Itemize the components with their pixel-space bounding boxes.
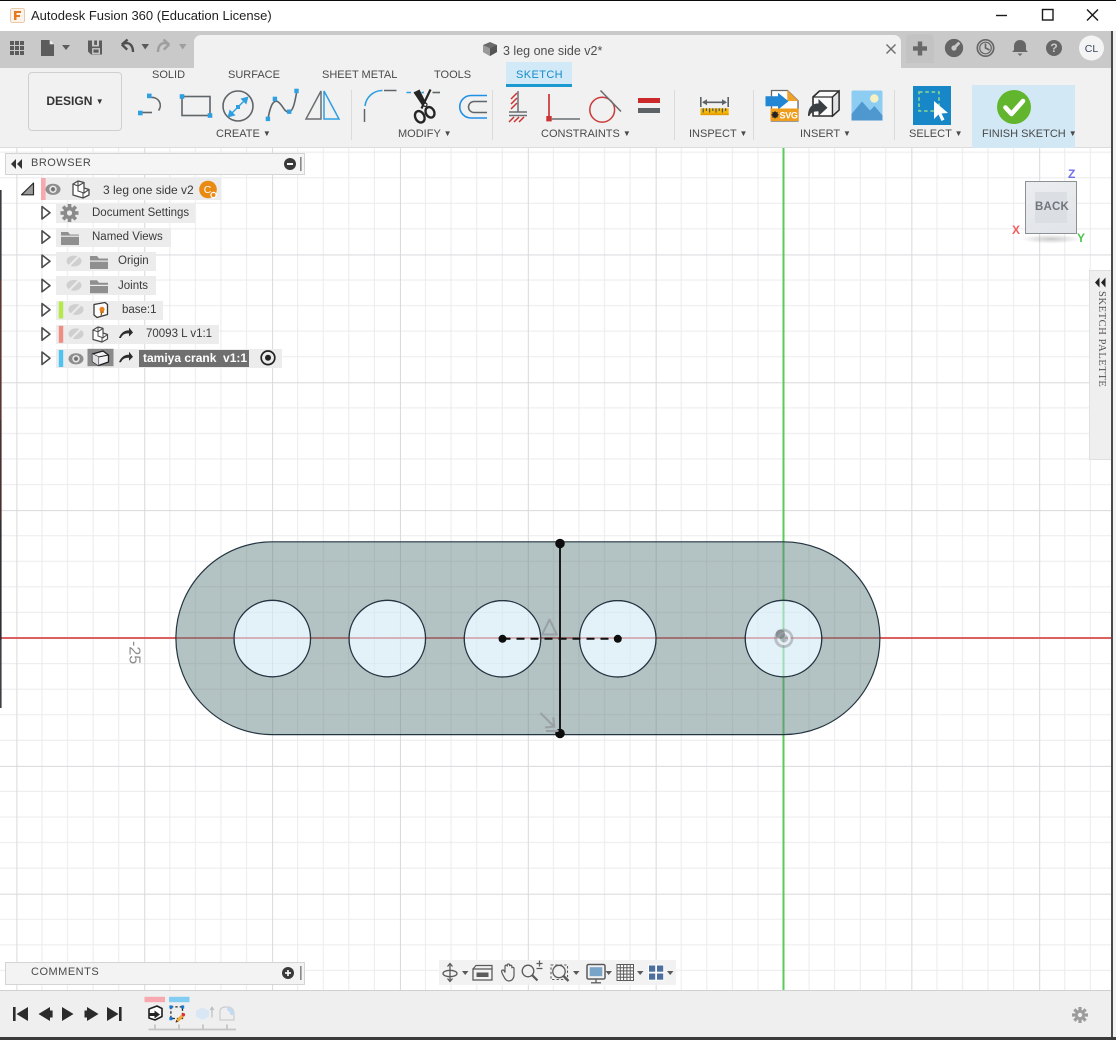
svg-text:CL: CL bbox=[1085, 43, 1099, 55]
svg-text:SVG: SVG bbox=[780, 110, 798, 120]
svg-text:?: ? bbox=[1050, 41, 1057, 55]
svg-text:-25: -25 bbox=[126, 641, 143, 664]
